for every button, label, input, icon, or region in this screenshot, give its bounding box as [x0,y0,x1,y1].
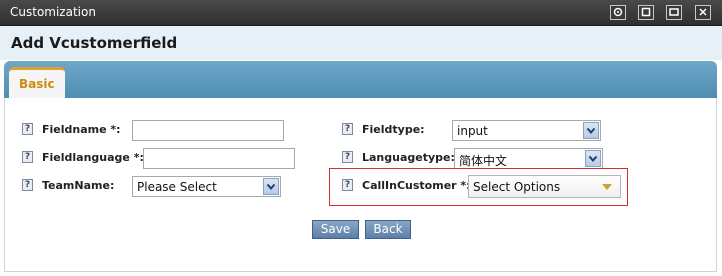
fieldtype-select[interactable]: input [452,120,601,141]
save-button[interactable]: Save [312,220,359,239]
teamname-select[interactable]: Please Select [132,176,281,197]
back-button[interactable]: Back [365,220,411,239]
tab-basic-label: Basic [19,77,55,91]
tab-bar: Basic [4,61,717,98]
fieldname-input[interactable] [132,120,284,141]
page-title: Add Vcustomerfield [11,34,178,52]
window-titlebar: Customization [0,0,722,26]
maximize-icon[interactable] [638,5,654,20]
fieldlanguage-label: Fieldlanguage *: [42,151,144,164]
window-title: Customization [10,5,96,19]
teamname-label: TeamName: [42,179,115,192]
settings-icon[interactable] [610,5,626,20]
teamname-help-icon[interactable]: ? [22,179,33,191]
callincustomer-selected: Select Options [473,180,561,194]
chevron-down-icon [263,178,279,195]
dropdown-triangle-icon [602,184,612,190]
page-header: Add Vcustomerfield [0,26,722,60]
chevron-down-icon [583,122,599,139]
languagetype-help-icon[interactable]: ? [342,151,353,163]
fieldtype-selected: input [457,124,488,138]
teamname-selected: Please Select [137,180,217,194]
fieldlanguage-input[interactable] [143,148,295,169]
fieldname-label: Fieldname *: [42,123,121,136]
close-icon[interactable] [695,5,711,20]
languagetype-label: Languagetype: [362,151,455,164]
callincustomer-select[interactable]: Select Options [468,175,621,198]
callincustomer-help-icon[interactable]: ? [342,179,353,191]
fieldtype-help-icon[interactable]: ? [342,123,353,135]
restore-icon[interactable] [666,5,682,20]
fieldlanguage-help-icon[interactable]: ? [22,151,33,163]
fieldtype-label: Fieldtype: [362,123,425,136]
fieldname-help-icon[interactable]: ? [22,123,33,135]
languagetype-selected: 简体中文 [459,154,508,168]
chevron-down-icon [585,150,601,167]
languagetype-select[interactable]: 简体中文 [454,148,603,169]
tab-basic[interactable]: Basic [9,67,65,98]
callincustomer-label: CallInCustomer *: [362,179,471,192]
